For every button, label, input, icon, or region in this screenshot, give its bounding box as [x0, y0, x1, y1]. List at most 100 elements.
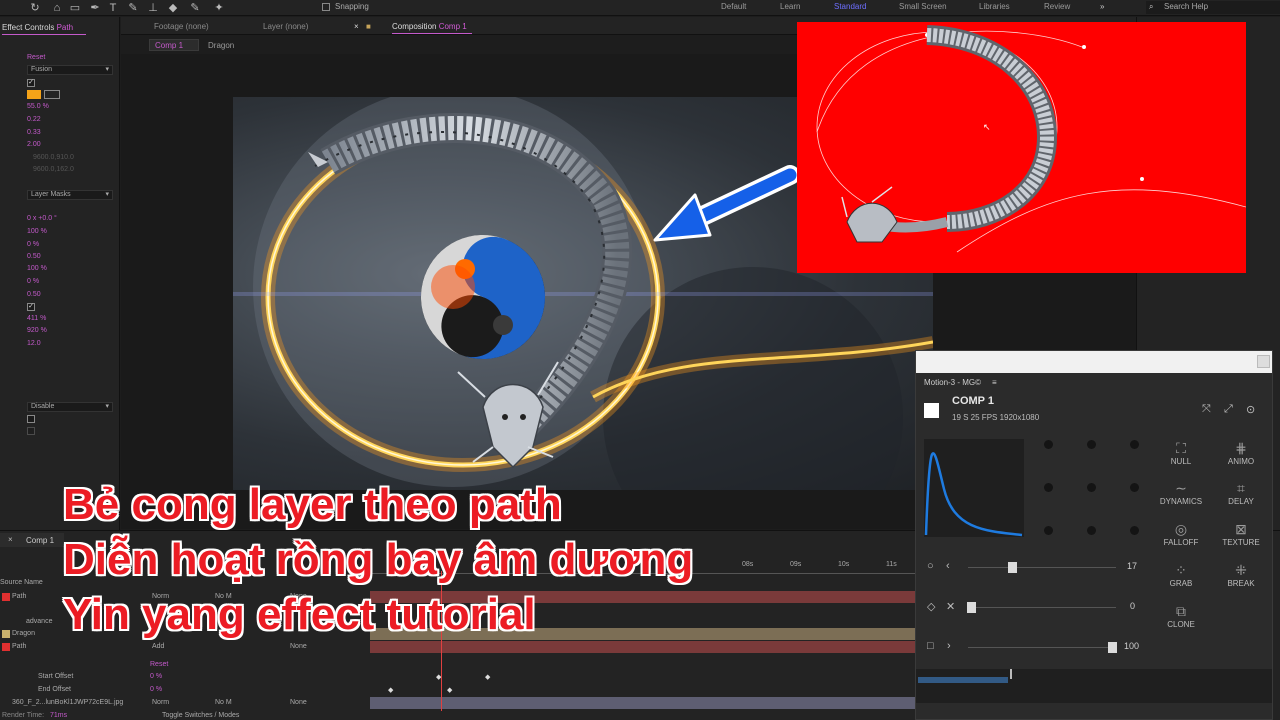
slider-3-track[interactable] — [968, 647, 1116, 648]
workspace-small-screen[interactable]: Small Screen — [899, 2, 947, 11]
breadcrumb-comp1[interactable]: Comp 1 — [155, 41, 183, 50]
falloff-button[interactable]: ◎ FALLOFF — [1152, 520, 1210, 547]
workspace-libraries[interactable]: Libraries — [979, 2, 1010, 11]
timeline-row-background-image[interactable]: 360_F_2...lunBoKl1JWP72cE9L.jpg Norm No … — [0, 697, 370, 709]
anchor-dot[interactable] — [1044, 440, 1053, 449]
grab-button[interactable]: ⁘ GRAB — [1152, 561, 1210, 588]
rectangle-tool-icon[interactable]: ▭ — [68, 1, 82, 15]
eyedropper-icon[interactable] — [44, 90, 60, 99]
animo-button[interactable]: ⋕ ANIMO — [1212, 439, 1270, 466]
row-mode[interactable]: Norm — [152, 697, 169, 709]
reset-link[interactable]: Reset — [27, 54, 45, 61]
easing-graph[interactable] — [924, 439, 1024, 537]
circle-icon[interactable]: ○ — [927, 560, 934, 572]
slider-2-track[interactable] — [968, 607, 1116, 608]
row-trkmat[interactable]: No M — [215, 697, 232, 709]
texture-button[interactable]: ⊠ TEXTURE — [1212, 520, 1270, 547]
value-f[interactable]: 0.50 — [27, 253, 41, 260]
workspace-learn[interactable]: Learn — [780, 2, 800, 11]
slider-1-value[interactable]: 17 — [1127, 561, 1137, 571]
slider-2-thumb[interactable] — [966, 602, 976, 613]
snapping-checkbox[interactable] — [322, 3, 330, 11]
value-point-2[interactable]: 9600.0,162.0 — [33, 166, 74, 173]
value-a[interactable]: 0.22 — [27, 116, 41, 123]
color-swatch[interactable] — [27, 90, 41, 99]
value-g[interactable]: 100 % — [27, 265, 47, 272]
close-timeline-icon[interactable]: × — [8, 535, 13, 544]
keyframe-icon[interactable]: ◆ — [485, 673, 490, 681]
slider-3-thumb[interactable] — [1107, 642, 1117, 653]
mini-timeline-range[interactable] — [918, 677, 1008, 683]
footage-tab[interactable]: Footage (none) — [154, 22, 209, 31]
camera-tool-icon[interactable]: ⌂ — [50, 1, 64, 15]
select-icon[interactable]: ⤧ — [1202, 403, 1211, 416]
workspace-review[interactable]: Review — [1044, 2, 1070, 11]
track-bar-path-2[interactable] — [370, 641, 915, 653]
row-parent[interactable]: None — [290, 697, 307, 709]
checkbox-b[interactable] — [27, 427, 35, 435]
stamp-tool-icon[interactable]: ⊥ — [146, 1, 160, 15]
mode-dropdown[interactable]: Fusion — [27, 65, 113, 75]
mini-timeline-marker[interactable] — [1010, 669, 1012, 679]
effect-controls-tab[interactable]: Effect Controls Path — [2, 23, 73, 32]
anchor-dot[interactable] — [1044, 526, 1053, 535]
anchor-dot[interactable] — [1130, 526, 1139, 535]
null-button[interactable]: ⛶ NULL — [1152, 439, 1210, 466]
layer-tab[interactable]: Layer (none) — [263, 22, 308, 31]
workspace-standard[interactable]: Standard — [834, 2, 866, 11]
enable-checkbox[interactable]: ✓ — [27, 79, 35, 87]
clone-button[interactable]: ⧉ CLONE — [1152, 602, 1210, 629]
end-offset-value[interactable]: 0 % — [150, 684, 162, 696]
keyframe-icon[interactable]: ◆ — [388, 686, 393, 694]
value-e[interactable]: 0 % — [27, 241, 39, 248]
value-point-1[interactable]: 9600.0,910.0 — [33, 154, 74, 161]
row-parent[interactable]: None — [290, 641, 307, 653]
panel-menu-icon[interactable] — [1257, 355, 1270, 368]
pen-tool-icon[interactable]: ✒ — [88, 1, 102, 15]
keyframe-icon[interactable]: ◆ — [447, 686, 452, 694]
dynamics-button[interactable]: ∼ DYNAMICS — [1152, 479, 1210, 506]
anchor-dot[interactable] — [1044, 483, 1053, 492]
text-tool-icon[interactable]: T — [106, 1, 120, 15]
anchor-dot[interactable] — [1130, 440, 1139, 449]
diamond-icon[interactable]: ◇ — [927, 600, 935, 613]
layer-masks-dropdown[interactable]: Layer Masks — [27, 190, 113, 200]
composition-tab[interactable]: Composition Comp 1 — [392, 22, 467, 31]
slider-2-value[interactable]: 0 — [1130, 601, 1135, 611]
chevron-right-icon[interactable]: › — [947, 640, 951, 652]
checkbox-a[interactable] — [27, 415, 35, 423]
toggle-switches-modes[interactable]: Toggle Switches / Modes — [162, 712, 239, 719]
rotate-tool-icon[interactable]: ↻ — [28, 1, 42, 15]
brush-tool-icon[interactable]: ✎ — [126, 1, 140, 15]
value-b[interactable]: 0.33 — [27, 129, 41, 136]
start-offset-value[interactable]: 0 % — [150, 671, 162, 683]
eraser-tool-icon[interactable]: ◆ — [166, 1, 180, 15]
value-k[interactable]: 920 % — [27, 327, 47, 334]
value-h[interactable]: 0 % — [27, 278, 39, 285]
anchor-dot[interactable] — [1087, 440, 1096, 449]
lock-icon[interactable]: ■ — [366, 22, 371, 31]
anchor-dot[interactable] — [1087, 483, 1096, 492]
puppet-pin-icon[interactable]: ✦ — [212, 1, 226, 15]
row-mode[interactable]: Add — [152, 641, 164, 653]
comp-color-swatch[interactable] — [924, 403, 939, 418]
value-d[interactable]: 100 % — [27, 228, 47, 235]
close-tab-icon[interactable]: × — [354, 22, 359, 31]
square-icon[interactable]: □ — [927, 640, 934, 652]
roto-brush-icon[interactable]: ✎ — [188, 1, 202, 15]
more-workspaces-icon[interactable]: » — [1100, 2, 1104, 11]
break-button[interactable]: ⁜ BREAK — [1212, 561, 1270, 588]
breadcrumb-dragon[interactable]: Dragon — [208, 41, 234, 50]
timeline-comp-tab[interactable]: Comp 1 — [26, 536, 54, 545]
timeline-row-start-offset[interactable]: Start Offset 0 % — [0, 671, 370, 683]
hamburger-menu-icon[interactable]: ≡ — [992, 378, 997, 387]
expand-icon[interactable]: ⤢ — [1224, 403, 1233, 416]
value-c[interactable]: 2.00 — [27, 141, 41, 148]
slider-1-track[interactable] — [968, 567, 1116, 568]
anchor-dot[interactable] — [1130, 483, 1139, 492]
timeline-reset[interactable]: Reset — [150, 661, 168, 668]
x-icon[interactable]: ✕ — [946, 600, 955, 613]
value-opacity[interactable]: 55.0 % — [27, 103, 49, 110]
anchor-dot[interactable] — [1087, 526, 1096, 535]
slider-1-thumb[interactable] — [1008, 562, 1018, 573]
